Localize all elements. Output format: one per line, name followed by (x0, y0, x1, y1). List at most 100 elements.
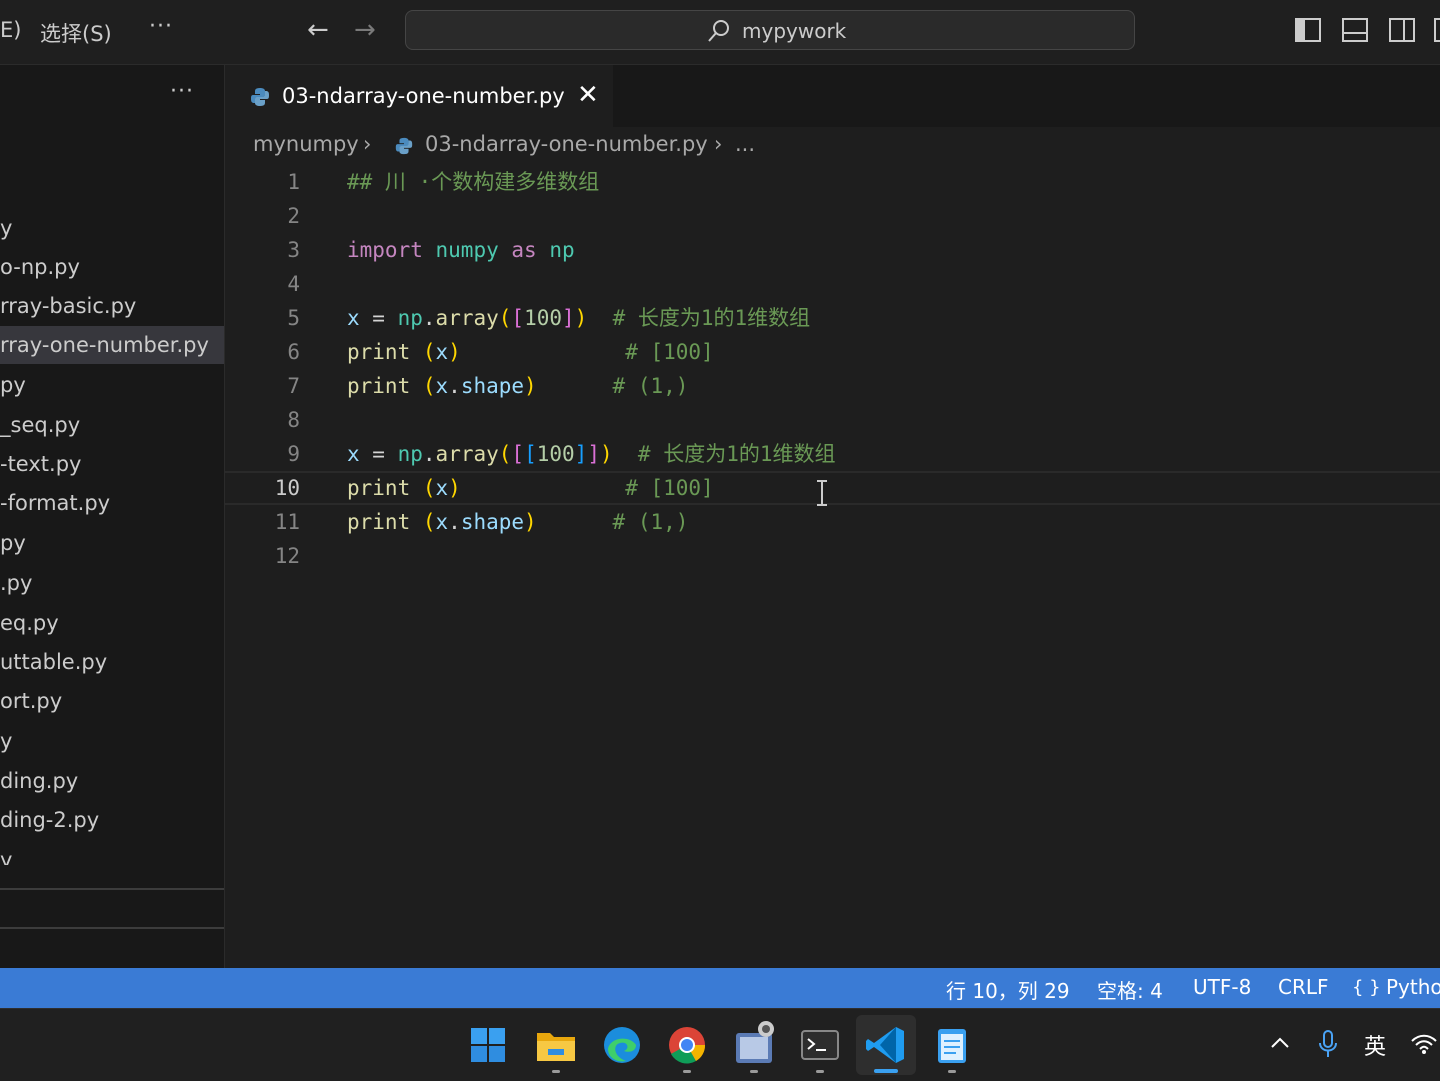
code-line: 2 (225, 199, 1440, 233)
attribute: shape (460, 374, 525, 398)
code-line: 1 ## 川 ·个数构建多维数组 (225, 165, 1440, 199)
file-item[interactable]: -format.py (0, 484, 224, 522)
file-label: rray-basic.py (0, 294, 137, 318)
module-alias: np (397, 306, 423, 330)
line-number: 5 (287, 306, 300, 330)
bracket: ) (574, 306, 588, 330)
encoding-status[interactable]: UTF-8 (1193, 975, 1251, 999)
line-number: 2 (287, 204, 300, 228)
file-item[interactable]: rray-basic.py (0, 287, 224, 325)
customize-layout-icon[interactable] (1434, 18, 1440, 42)
line-number: 11 (274, 510, 300, 534)
command-center-search[interactable]: mypywork (405, 10, 1135, 50)
code-text: x = np.array([100]) # 长度为1的1维数组 (347, 301, 810, 335)
status-bar: 行 10，列 29 空格: 4 UTF-8 CRLF { } Pytho (0, 968, 1440, 1008)
module-name: numpy (435, 238, 499, 262)
file-item[interactable]: y (0, 722, 224, 760)
file-item[interactable]: eq.py (0, 604, 224, 642)
function-name: print (347, 374, 411, 398)
bracket: ) (524, 510, 537, 534)
bracket: [ (511, 306, 525, 330)
toggle-panel-icon[interactable] (1342, 18, 1368, 42)
file-item[interactable]: -text.py (0, 445, 224, 483)
menu-item-partial[interactable]: E) (0, 18, 21, 42)
file-explorer-icon[interactable] (530, 1019, 582, 1071)
punctuation: . (422, 442, 436, 466)
menu-item-selection[interactable]: 选择(S) (40, 18, 112, 48)
keyword: import (347, 238, 423, 262)
toggle-secondary-sidebar-icon[interactable] (1389, 18, 1415, 42)
code-line: 9 x = np.array([[100]]) # 长度为1的1维数组 (225, 437, 1440, 471)
wifi-icon[interactable] (1410, 1033, 1438, 1055)
file-item[interactable]: py (0, 366, 224, 404)
back-button[interactable]: ← (307, 16, 329, 44)
file-item[interactable]: .py (0, 564, 224, 602)
file-item[interactable]: uttable.py (0, 643, 224, 681)
tab-label: 03-ndarray-one-number.py (282, 84, 565, 108)
punctuation: . (422, 306, 436, 330)
file-item[interactable]: ort.py (0, 682, 224, 720)
chrome-browser-icon[interactable] (661, 1019, 713, 1071)
number: 100 (524, 306, 563, 330)
indentation-status[interactable]: 空格: 4 (1097, 975, 1163, 1004)
variable: x (347, 442, 360, 466)
show-hidden-icons-icon[interactable] (1269, 1035, 1291, 1051)
tab-active-file[interactable]: 03-ndarray-one-number.py ✕ (225, 65, 613, 128)
file-label: .py (0, 571, 33, 595)
running-indicator (552, 1070, 560, 1073)
code-editor[interactable]: 1 ## 川 ·个数构建多维数组 2 3 import numpy as np … (225, 165, 1440, 968)
forward-button[interactable]: → (354, 16, 376, 44)
punctuation: . (448, 510, 461, 534)
bracket: ( (410, 340, 436, 364)
microphone-icon[interactable] (1318, 1029, 1338, 1059)
code-text: print (x.shape) # (1,) (347, 369, 688, 403)
bracket: ) (599, 442, 613, 466)
file-item[interactable]: ding-2.py (0, 801, 224, 839)
code-text: x = np.array([[100]]) # 长度为1的1维数组 (347, 437, 836, 471)
running-indicator (683, 1070, 691, 1073)
line-number: 3 (287, 238, 300, 262)
file-label: eq.py (0, 611, 59, 635)
vscode-icon[interactable] (860, 1019, 912, 1071)
language-mode-status[interactable]: Pytho (1386, 975, 1440, 999)
windows-start-icon[interactable] (462, 1019, 514, 1071)
ime-language-indicator[interactable]: 英 (1364, 1029, 1386, 1061)
file-item[interactable]: y (0, 209, 224, 247)
toggle-primary-sidebar-icon[interactable] (1295, 18, 1321, 42)
terminal-icon[interactable] (794, 1019, 846, 1071)
python-file-icon (251, 88, 269, 106)
bracket: ( (410, 476, 436, 500)
variable: x (347, 306, 360, 330)
file-item[interactable]: y (0, 841, 224, 865)
bracket: ( (410, 374, 436, 398)
file-item[interactable]: o-np.py (0, 248, 224, 286)
i-beam-cursor-icon (817, 480, 827, 506)
variable: x (435, 476, 449, 500)
explorer-more-button[interactable]: ··· (170, 79, 194, 104)
file-item[interactable]: py (0, 524, 224, 562)
bracket: ) (524, 374, 537, 398)
cursor-position-status[interactable]: 行 10，列 29 (946, 975, 1070, 1004)
screen-recorder-icon[interactable] (728, 1019, 780, 1071)
file-item-selected[interactable]: rray-one-number.py (0, 326, 224, 364)
windows-taskbar: 英 (0, 1008, 1440, 1081)
edge-browser-icon[interactable] (596, 1019, 648, 1071)
code-line: 7 print (x.shape) # (1,) (225, 369, 1440, 403)
close-tab-icon[interactable]: ✕ (577, 80, 599, 110)
punctuation: . (448, 374, 461, 398)
editor-tab-bar: 03-ndarray-one-number.py ✕ (225, 65, 1440, 128)
line-number: 8 (287, 408, 300, 432)
breadcrumb-folder[interactable]: mynumpy (253, 132, 359, 156)
code-line: 3 import numpy as np (225, 233, 1440, 267)
section-divider (0, 927, 224, 929)
eol-status[interactable]: CRLF (1278, 975, 1329, 999)
line-number: 12 (274, 544, 300, 568)
menu-more-button[interactable]: ··· (149, 14, 173, 39)
file-item[interactable]: _seq.py (0, 406, 224, 444)
breadcrumb-symbols[interactable]: ... (735, 132, 755, 156)
code-text: ## 川 ·个数构建多维数组 (347, 165, 599, 199)
file-item[interactable]: ding.py (0, 762, 224, 800)
breadcrumb-file[interactable]: 03-ndarray-one-number.py (425, 132, 708, 156)
notepad-icon[interactable] (926, 1019, 978, 1071)
comment: # 长度为1的1维数组 (612, 442, 836, 466)
